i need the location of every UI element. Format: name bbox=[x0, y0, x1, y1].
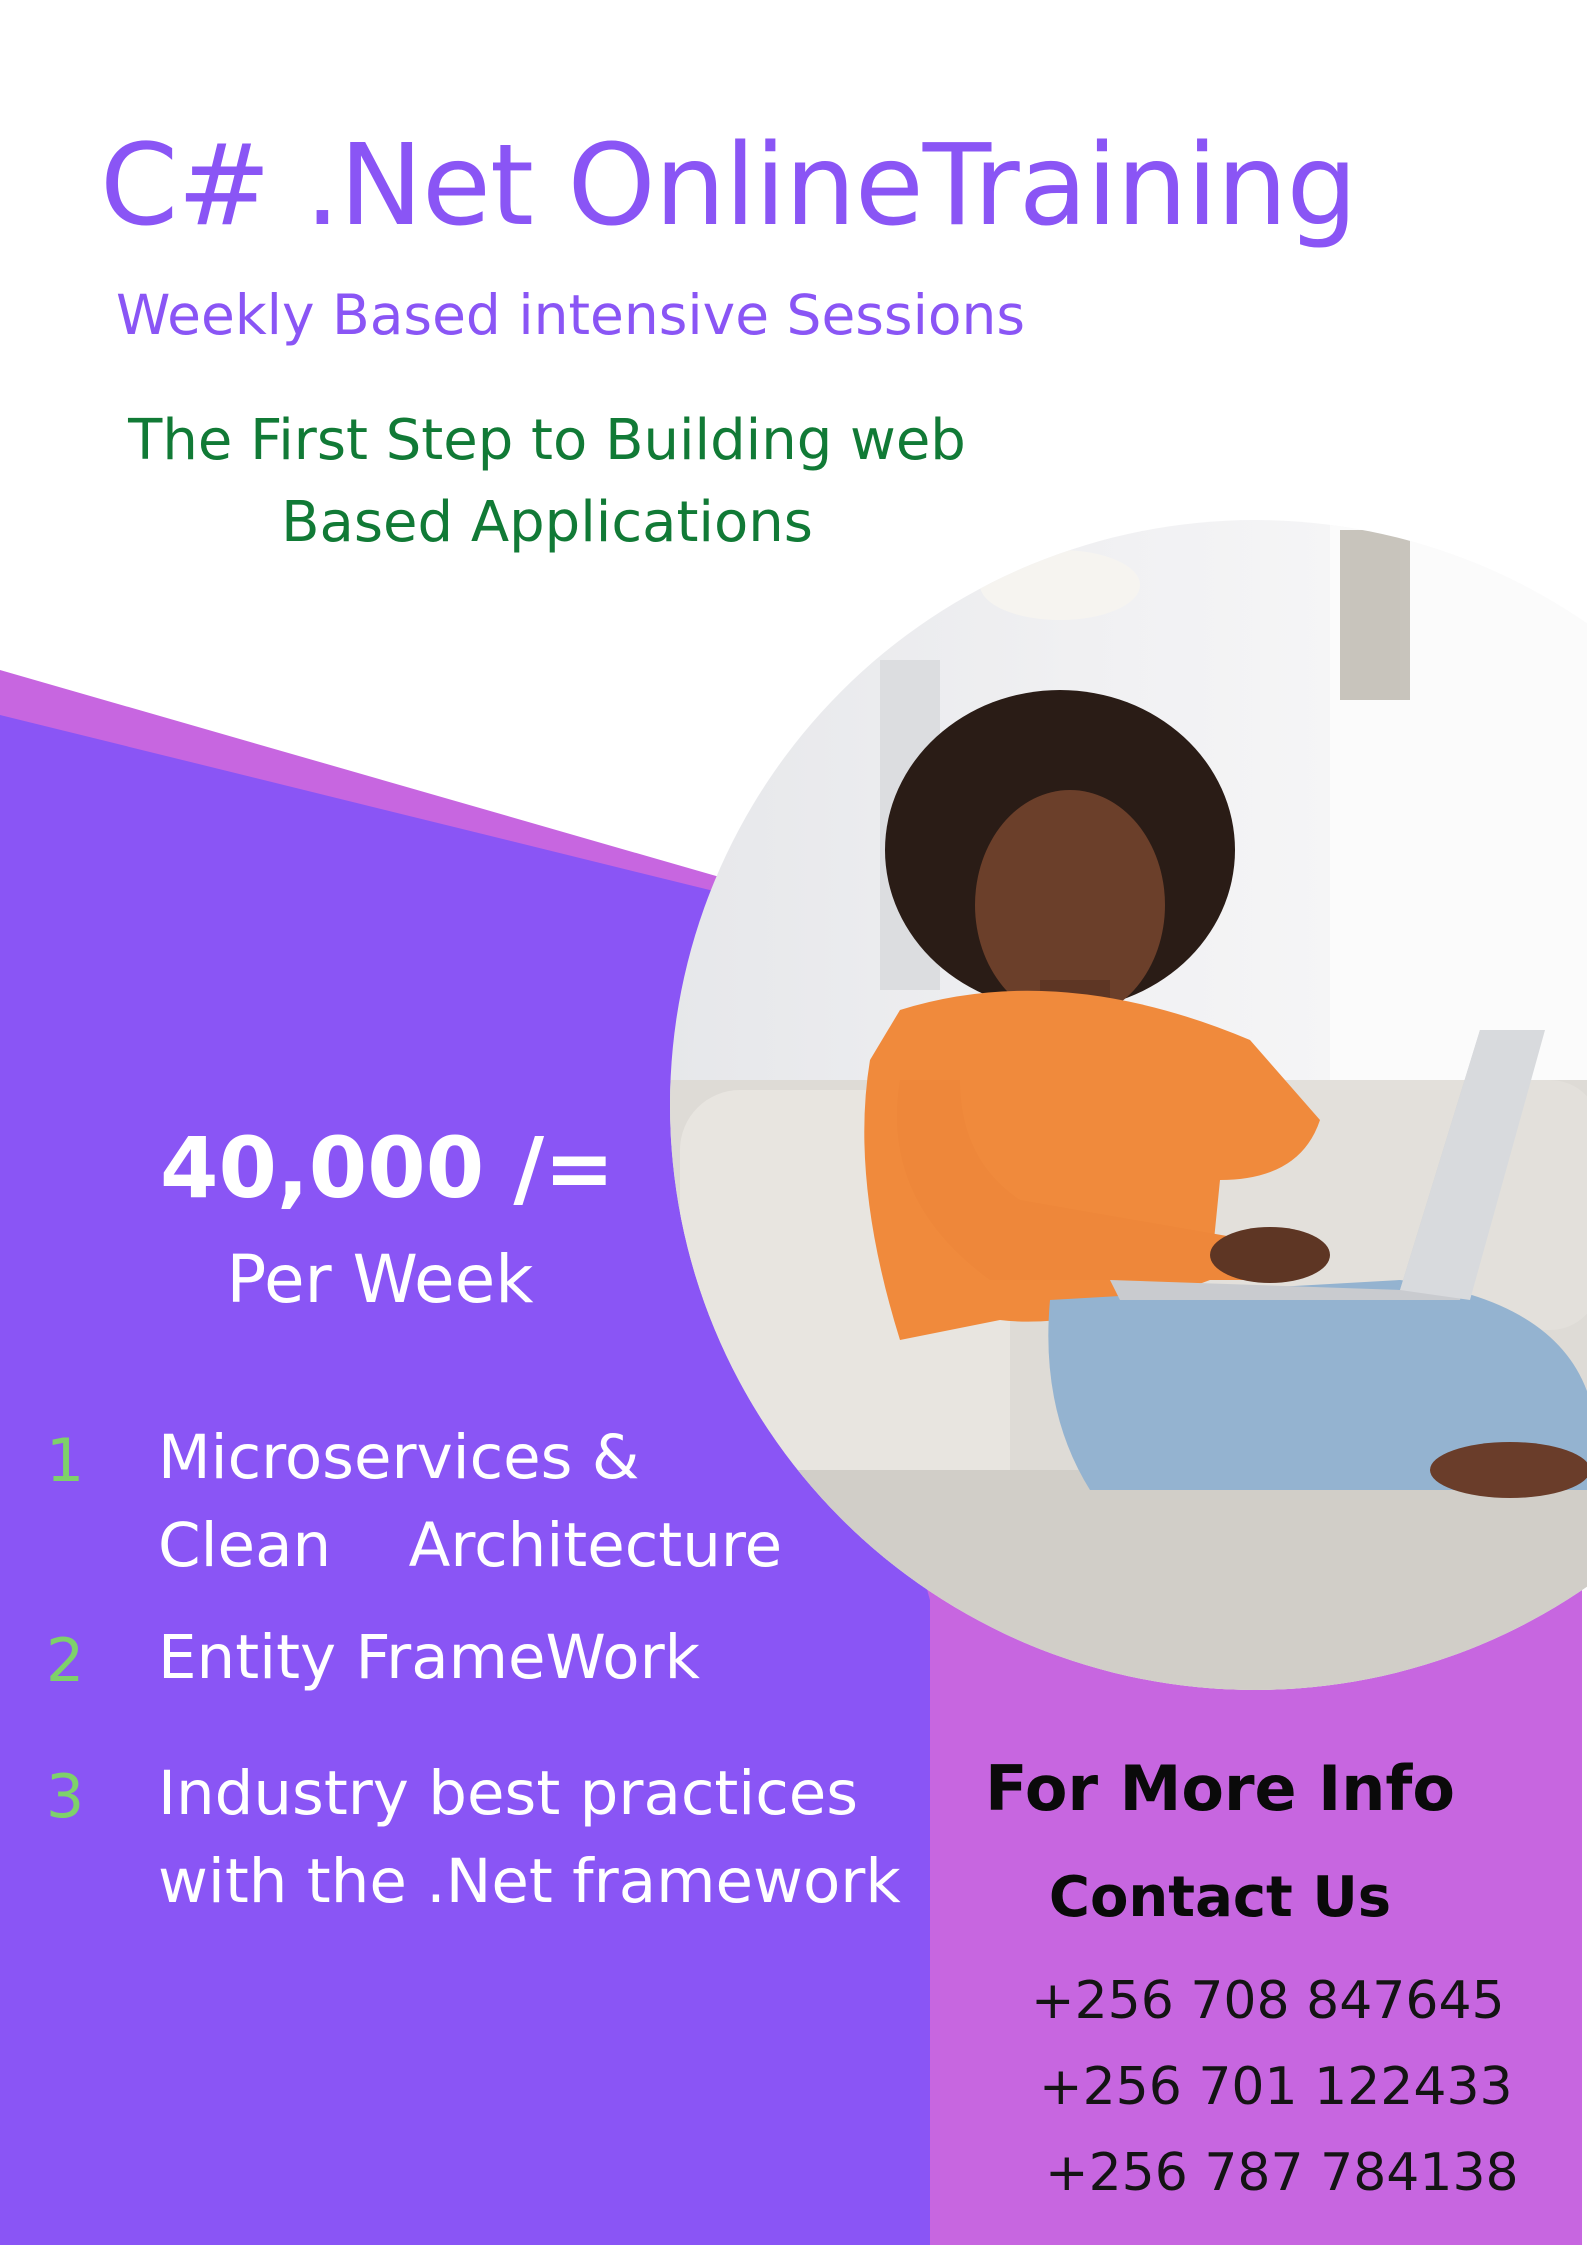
feature-number: 1 bbox=[46, 1426, 85, 1496]
price: 40,000 /= bbox=[160, 1119, 615, 1217]
subtitle: Weekly Based intensive Sessions bbox=[116, 283, 1026, 347]
tagline: The First Step to Building web Based App… bbox=[112, 400, 982, 564]
feature-text-line-1: Entity FrameWork bbox=[158, 1622, 701, 1693]
feature-text-line-2: Clean Architecture bbox=[158, 1510, 783, 1581]
more-info-heading: For More Info bbox=[985, 1752, 1455, 1825]
feature-text-line-1: Microservices & bbox=[158, 1422, 640, 1493]
feature-number: 2 bbox=[46, 1626, 85, 1696]
feature-text-line-2: with the .Net framework bbox=[158, 1846, 901, 1917]
phone-number[interactable]: +256 708 847645 bbox=[1031, 1970, 1505, 2032]
feature-text-line-1: Industry best practices bbox=[158, 1758, 859, 1829]
tagline-line-2: Based Applications bbox=[281, 490, 813, 555]
page-title: C# .Net OnlineTraining bbox=[100, 121, 1358, 251]
tagline-line-1: The First Step to Building web bbox=[128, 408, 966, 473]
price-period: Per Week bbox=[226, 1241, 534, 1318]
phone-number[interactable]: +256 701 122433 bbox=[1039, 2056, 1513, 2118]
feature-number: 3 bbox=[46, 1762, 85, 1832]
phone-number[interactable]: +256 787 784138 bbox=[1045, 2142, 1519, 2204]
contact-us-heading: Contact Us bbox=[1048, 1865, 1392, 1930]
